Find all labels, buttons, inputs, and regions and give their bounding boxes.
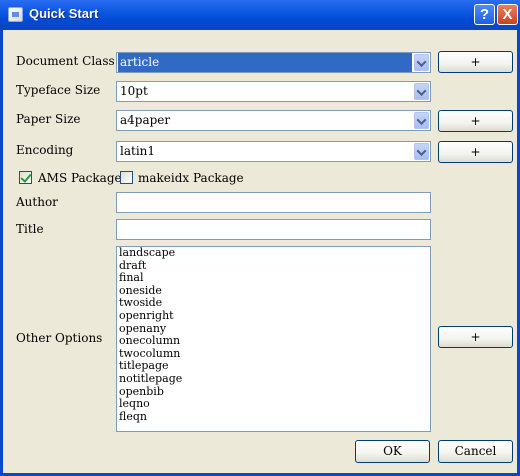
cancel-button[interactable]: Cancel [438,440,513,463]
typeface-size-value: 10pt [120,84,148,98]
title-label: Title [16,222,44,236]
list-item[interactable]: final [117,272,430,285]
chevron-down-icon[interactable] [414,54,429,71]
typeface-size-label: Typeface Size [16,83,101,97]
list-item[interactable]: draft [117,259,430,273]
app-icon [8,7,23,22]
list-item[interactable]: oneside [117,284,430,298]
add-other-option-button[interactable]: + [438,326,513,348]
chevron-down-icon[interactable] [414,83,429,100]
makeidx-package-label[interactable]: makeidx Package [138,168,244,188]
document-class-value: article [118,53,412,72]
encoding-label: Encoding [16,143,74,157]
close-button[interactable]: X [497,4,518,25]
title-bar[interactable]: Quick Start ? X [0,0,520,30]
paper-size-select[interactable]: a4paper [116,110,431,131]
list-item[interactable]: leqno [117,398,430,411]
list-item[interactable]: openright [117,309,430,323]
ams-packages-checkbox[interactable] [19,171,32,184]
paper-size-value: a4paper [120,113,171,127]
document-class-label: Document Class [16,54,115,68]
list-item[interactable]: fleqn [117,410,430,424]
list-item[interactable]: notitlepage [117,372,430,386]
makeidx-package-checkbox[interactable] [120,171,133,184]
paper-size-label: Paper Size [16,112,81,126]
other-options-label: Other Options [16,331,103,345]
encoding-value: latin1 [120,144,156,158]
chevron-down-icon[interactable] [414,112,429,129]
title-input[interactable] [116,219,431,240]
author-label: Author [16,195,58,209]
help-button[interactable]: ? [474,4,495,25]
encoding-select[interactable]: latin1 [116,141,431,162]
chevron-down-icon[interactable] [414,143,429,160]
list-item[interactable]: landscape [117,247,430,260]
list-item[interactable]: openbib [117,385,430,399]
add-encoding-button[interactable]: + [438,141,513,163]
list-item[interactable]: onecolumn [117,335,430,348]
checkmark-icon [20,171,32,183]
add-paper-size-button[interactable]: + [438,110,513,132]
window-title: Quick Start [29,6,99,21]
other-options-list[interactable]: landscape draft final oneside twoside op… [116,246,431,432]
add-document-class-button[interactable]: + [438,51,513,73]
document-class-select[interactable]: article [116,52,431,73]
ok-button[interactable]: OK [355,440,430,463]
ams-packages-label[interactable]: AMS Packages [38,168,128,188]
typeface-size-select[interactable]: 10pt [116,81,431,102]
author-input[interactable] [116,192,431,213]
